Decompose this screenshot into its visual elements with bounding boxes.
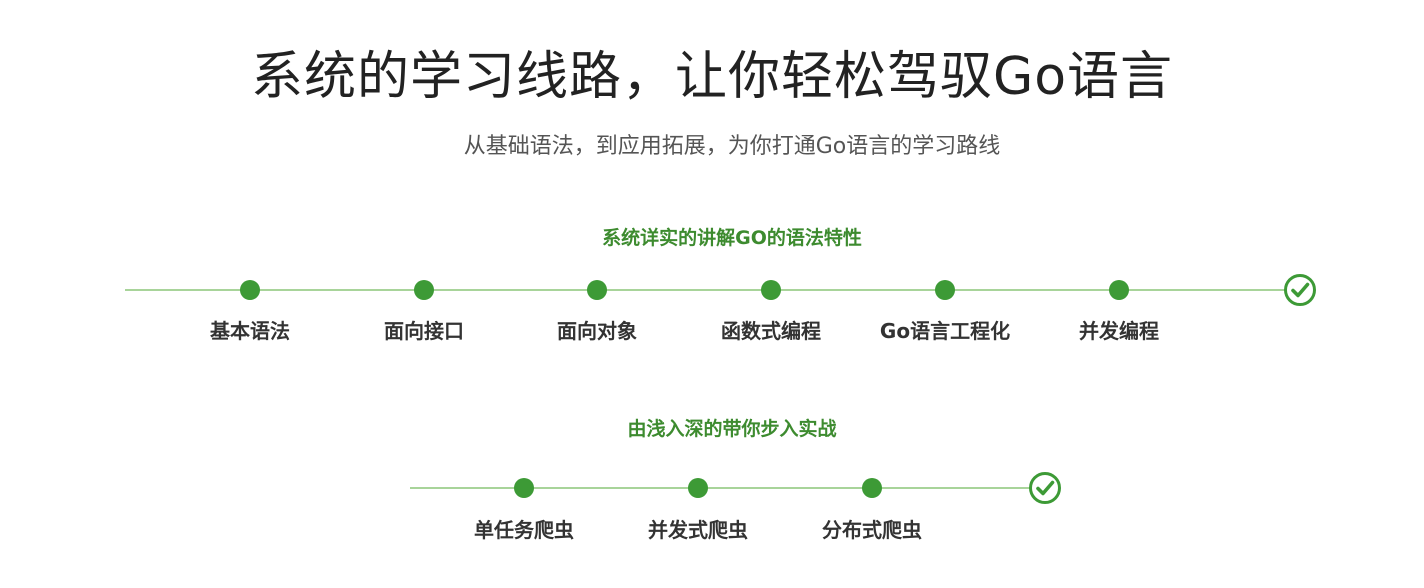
step-label-basic-syntax: 基本语法 [210,319,290,343]
section-heading-syntax: 系统详实的讲解GO的语法特性 [602,227,862,249]
timeline-dot-concurrent-crawler [688,478,708,498]
check-circle-icon [1284,274,1316,306]
page-subtitle: 从基础语法，到应用拓展，为你打通Go语言的学习路线 [463,134,1001,159]
timeline-dot-engineering [935,280,955,300]
timeline-dot-distributed-crawler [862,478,882,498]
section-heading-practice: 由浅入深的带你步入实战 [627,418,837,440]
step-label-functional: 函数式编程 [721,319,821,343]
step-label-concurrent-crawler: 并发式爬虫 [648,518,748,542]
check-circle-icon [1029,472,1061,504]
step-label-interfaces: 面向接口 [384,319,464,343]
timeline-dot-functional [761,280,781,300]
timeline-dot-oop [587,280,607,300]
timeline-dot-basic-syntax [240,280,260,300]
step-label-engineering: Go语言工程化 [879,319,1011,343]
timeline-line-practice [410,487,1044,489]
timeline-dot-concurrency [1109,280,1129,300]
timeline-dot-single-task-crawler [514,478,534,498]
step-label-single-task-crawler: 单任务爬虫 [474,518,574,542]
step-label-oop: 面向对象 [557,319,637,343]
page-title: 系统的学习线路，让你轻松驾驭Go语言 [250,47,1174,107]
timeline-dot-interfaces [414,280,434,300]
step-label-distributed-crawler: 分布式爬虫 [822,518,922,542]
step-label-concurrency: 并发编程 [1079,319,1159,343]
learning-path-page: 系统的学习线路，让你轻松驾驭Go语言 从基础语法，到应用拓展，为你打通Go语言的… [0,0,1424,588]
